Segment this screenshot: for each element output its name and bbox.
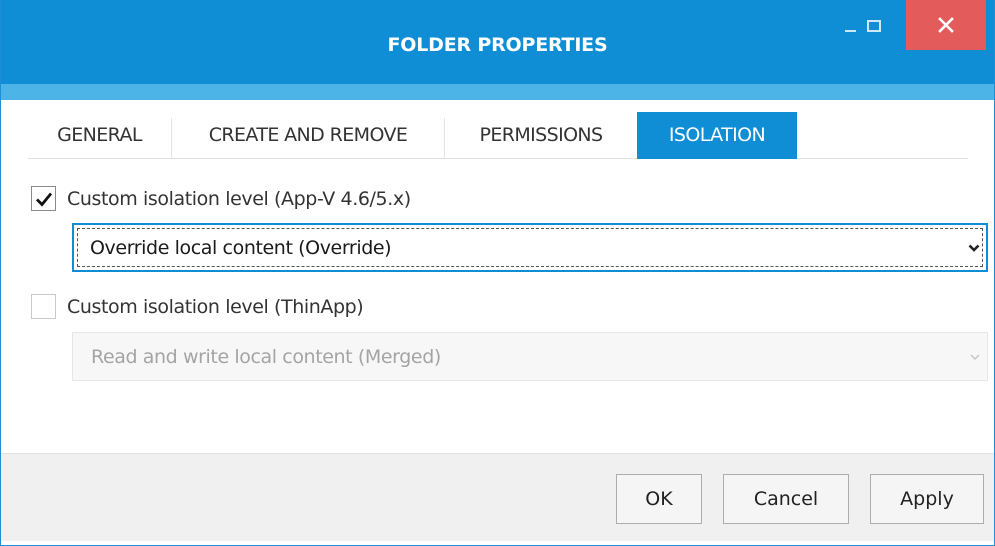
chevron-down-icon bbox=[968, 244, 980, 252]
apply-button[interactable]: Apply bbox=[870, 474, 984, 524]
title-bar[interactable]: FOLDER PROPERTIES bbox=[1, 0, 994, 84]
chevron-down-icon bbox=[970, 354, 980, 360]
thinapp-isolation-label: Custom isolation level (ThinApp) bbox=[67, 295, 364, 318]
appv-isolation-checkbox[interactable] bbox=[31, 186, 56, 211]
appv-isolation-label: Custom isolation level (App-V 4.6/5.x) bbox=[67, 187, 411, 210]
ok-button[interactable]: OK bbox=[616, 474, 702, 524]
thinapp-isolation-row: Custom isolation level (ThinApp) bbox=[31, 294, 364, 319]
appv-isolation-select[interactable]: Override local content (Override) bbox=[72, 223, 988, 272]
appv-isolation-value: Override local content (Override) bbox=[90, 236, 392, 259]
checkmark-icon bbox=[35, 192, 52, 207]
tab-isolation[interactable]: ISOLATION bbox=[637, 112, 797, 159]
title-accent-strip bbox=[1, 84, 994, 100]
thinapp-isolation-checkbox[interactable] bbox=[31, 294, 56, 319]
tab-bar: GENERAL CREATE AND REMOVE PERMISSIONS IS… bbox=[28, 112, 968, 159]
maximize-button[interactable] bbox=[851, 0, 897, 52]
tab-create-and-remove[interactable]: CREATE AND REMOVE bbox=[172, 112, 444, 159]
maximize-icon bbox=[867, 20, 881, 32]
thinapp-isolation-select[interactable]: Read and write local content (Merged) bbox=[72, 332, 988, 381]
tab-permissions[interactable]: PERMISSIONS bbox=[445, 112, 637, 159]
appv-isolation-row: Custom isolation level (App-V 4.6/5.x) bbox=[31, 186, 411, 211]
tab-general[interactable]: GENERAL bbox=[28, 112, 171, 159]
close-icon bbox=[938, 17, 954, 33]
thinapp-isolation-value: Read and write local content (Merged) bbox=[91, 345, 441, 368]
close-button[interactable] bbox=[906, 0, 986, 50]
cancel-button[interactable]: Cancel bbox=[723, 474, 849, 524]
folder-properties-window: FOLDER PROPERTIES GENERAL CREATE AND REM… bbox=[0, 0, 995, 546]
